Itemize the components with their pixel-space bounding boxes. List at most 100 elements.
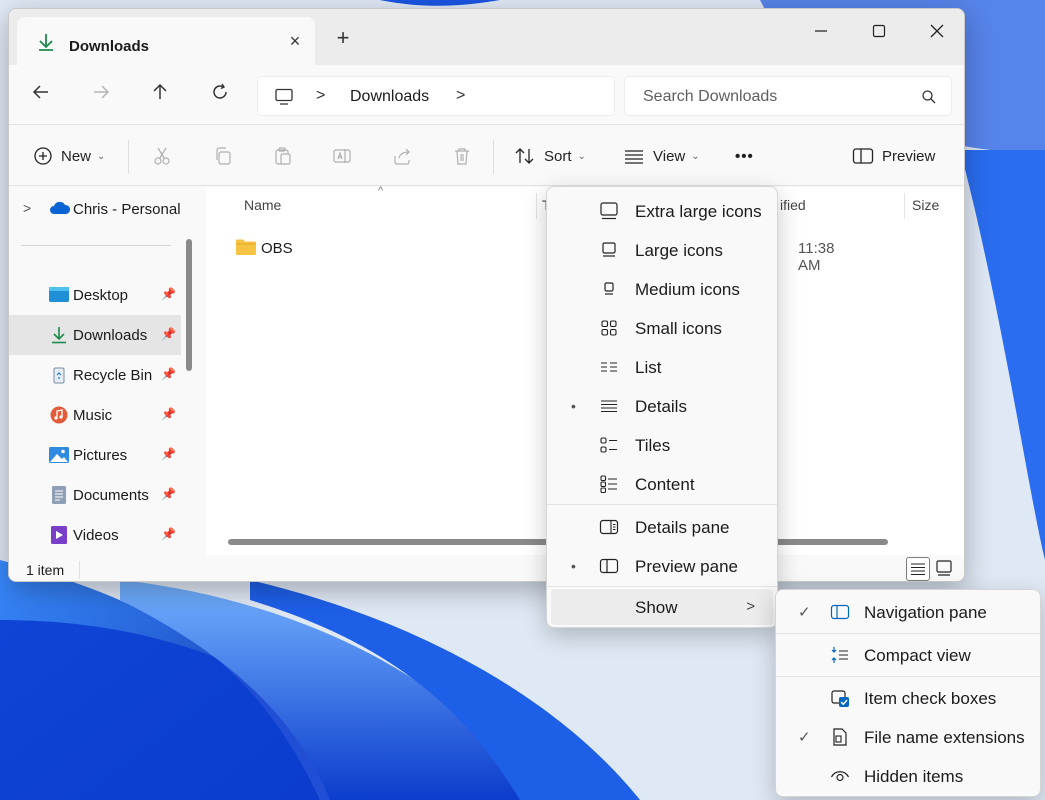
- menu-item-label: Content: [635, 475, 695, 494]
- pin-icon[interactable]: 📌: [161, 407, 176, 421]
- column-separator[interactable]: [536, 193, 537, 219]
- pin-icon[interactable]: 📌: [161, 487, 176, 501]
- maximize-button[interactable]: [856, 15, 902, 49]
- status-divider: [79, 561, 80, 579]
- sidebar-item-label: Videos: [73, 527, 119, 544]
- pin-icon[interactable]: 📌: [161, 447, 176, 461]
- pin-icon[interactable]: 📌: [161, 527, 176, 541]
- view-button[interactable]: View ⌄: [623, 142, 700, 170]
- menu-item-label: Details pane: [635, 518, 730, 537]
- arrow-left-icon: [32, 85, 48, 99]
- menu-item-medium-icons[interactable]: Medium icons: [551, 271, 773, 307]
- menu-item-label: Show: [635, 598, 678, 617]
- details-icon: [599, 396, 619, 416]
- minimize-button[interactable]: [798, 15, 844, 49]
- menu-item-label: Large icons: [635, 241, 723, 260]
- music-icon: [49, 406, 69, 424]
- menu-item-file-name-extensions[interactable]: ✓ File name extensions: [780, 719, 1036, 755]
- sidebar-item-onedrive[interactable]: > Chris - Personal: [9, 189, 181, 229]
- chevron-down-icon: ⌄: [691, 150, 700, 162]
- tab-downloads[interactable]: Downloads ×: [17, 17, 315, 65]
- file-explorer-window: Downloads × + > Downloads > Search Downl…: [8, 8, 965, 582]
- search-input[interactable]: Search Downloads: [624, 76, 952, 116]
- menu-item-tiles[interactable]: Tiles: [551, 427, 773, 463]
- preview-button[interactable]: Preview: [852, 142, 935, 170]
- share-button[interactable]: [392, 142, 412, 170]
- close-button[interactable]: [914, 15, 960, 49]
- breadcrumb-separator[interactable]: >: [456, 87, 465, 105]
- menu-item-navigation-pane[interactable]: ✓ Navigation pane: [780, 594, 1036, 630]
- details-view-toggle[interactable]: [906, 557, 930, 581]
- forward-button[interactable]: [87, 82, 115, 110]
- rename-icon: [333, 149, 351, 163]
- cut-button[interactable]: [152, 142, 172, 170]
- pin-icon[interactable]: 📌: [161, 327, 176, 341]
- command-bar: New ⌄ Sort ⌄ View ⌄ ••• Preview: [9, 126, 964, 186]
- menu-item-label: File name extensions: [864, 728, 1025, 747]
- pin-icon[interactable]: 📌: [161, 287, 176, 301]
- new-button[interactable]: New ⌄: [33, 142, 105, 170]
- menu-item-small-icons[interactable]: Small icons: [551, 310, 773, 346]
- sidebar-item-downloads[interactable]: Downloads 📌: [9, 315, 181, 355]
- pin-icon[interactable]: 📌: [161, 367, 176, 381]
- small-icons-grid-icon: [599, 318, 619, 338]
- address-field[interactable]: > Downloads >: [257, 76, 615, 116]
- menu-item-label: Tiles: [635, 436, 671, 455]
- menu-item-preview-pane[interactable]: • Preview pane: [551, 548, 773, 584]
- sidebar-item-desktop[interactable]: Desktop 📌: [9, 275, 181, 315]
- column-header-date-modified[interactable]: ified: [780, 197, 806, 213]
- desktop-icon: [49, 286, 69, 304]
- sidebar-item-documents[interactable]: Documents 📌: [9, 475, 181, 515]
- content-icon: [599, 474, 619, 494]
- preview-pane-icon: [599, 556, 619, 576]
- details-pane-icon: [599, 517, 619, 537]
- sort-button[interactable]: Sort ⌄: [514, 142, 586, 170]
- menu-item-hidden-items[interactable]: Hidden items: [780, 758, 1036, 794]
- up-button[interactable]: [146, 82, 174, 110]
- menu-item-details-pane[interactable]: Details pane: [551, 509, 773, 545]
- menu-item-content[interactable]: Content: [551, 466, 773, 502]
- videos-icon: [49, 526, 69, 544]
- breadcrumb-separator[interactable]: >: [316, 87, 325, 105]
- rename-button[interactable]: [332, 142, 352, 170]
- menu-item-compact-view[interactable]: Compact view: [780, 637, 1036, 673]
- recycle-bin-icon: [49, 366, 69, 384]
- tiles-icon: [599, 435, 619, 455]
- eye-icon: [830, 766, 850, 786]
- column-header-size[interactable]: Size: [912, 197, 939, 213]
- column-separator[interactable]: [904, 193, 905, 219]
- tab-close-button[interactable]: ×: [285, 31, 305, 51]
- breadcrumb-downloads[interactable]: Downloads: [350, 88, 429, 106]
- monitor-icon: [599, 201, 619, 221]
- refresh-icon: [213, 83, 227, 99]
- menu-item-item-check-boxes[interactable]: Item check boxes: [780, 680, 1036, 716]
- new-tab-button[interactable]: +: [329, 25, 357, 53]
- pictures-icon: [49, 446, 69, 464]
- plus-circle-icon: [34, 147, 52, 165]
- view-label: View: [653, 147, 686, 165]
- arrow-up-icon: [153, 83, 167, 99]
- menu-item-details[interactable]: • Details: [551, 388, 773, 424]
- sidebar-item-pictures[interactable]: Pictures 📌: [9, 435, 181, 475]
- sidebar-item-videos[interactable]: Videos 📌: [9, 515, 181, 555]
- paste-button[interactable]: [273, 142, 293, 170]
- delete-button[interactable]: [452, 142, 472, 170]
- sidebar-item-recycle-bin[interactable]: Recycle Bin 📌: [9, 355, 181, 395]
- nav-scrollbar[interactable]: [186, 239, 192, 371]
- sidebar-item-music[interactable]: Music 📌: [9, 395, 181, 435]
- column-header-name[interactable]: Name: [244, 197, 281, 213]
- more-options-button[interactable]: •••: [735, 142, 754, 170]
- menu-item-list[interactable]: List: [551, 349, 773, 385]
- refresh-button[interactable]: [206, 82, 234, 110]
- medium-icon-icon: [599, 279, 619, 299]
- menu-item-large-icons[interactable]: Large icons: [551, 232, 773, 268]
- menu-item-label: Item check boxes: [864, 689, 997, 708]
- chevron-right-icon[interactable]: >: [23, 200, 31, 216]
- menu-item-extra-large-icons[interactable]: Extra large icons: [551, 193, 773, 229]
- menu-divider: [776, 676, 1040, 677]
- large-icons-view-toggle[interactable]: [933, 557, 957, 581]
- menu-item-show[interactable]: Show >: [551, 589, 773, 625]
- back-button[interactable]: [27, 82, 55, 110]
- sort-label: Sort: [544, 147, 572, 165]
- copy-button[interactable]: [213, 142, 233, 170]
